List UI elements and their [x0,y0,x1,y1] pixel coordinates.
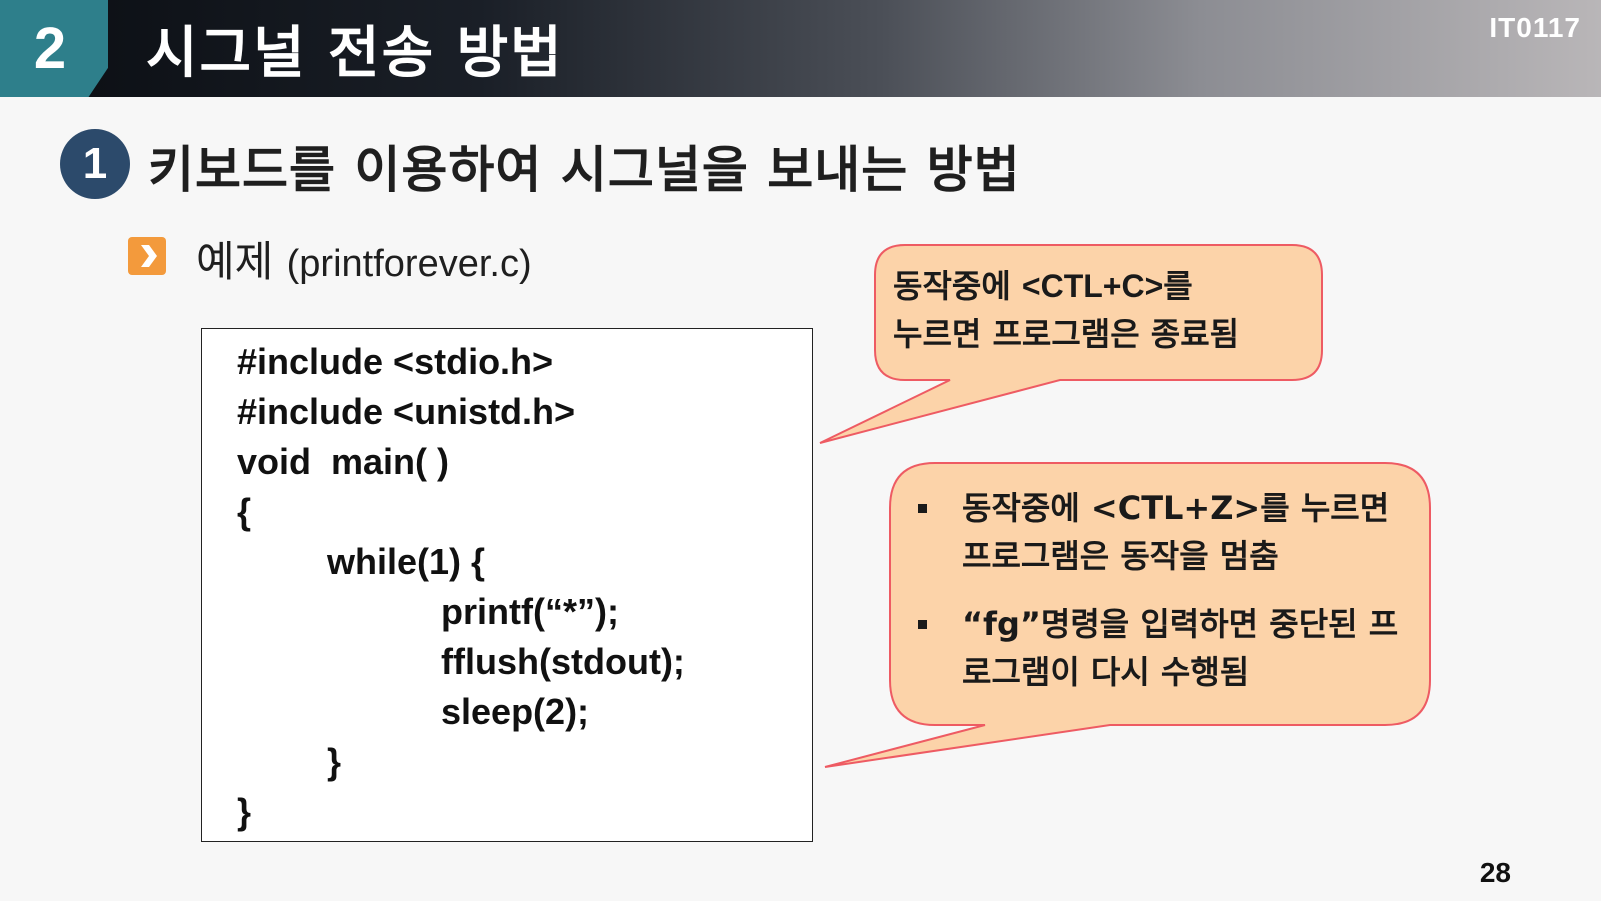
list-item: “fg”명령을 입력하면 중단된 프로그램이 다시 수행됨 [916,600,1406,696]
callout-ctl-c-text: 동작중에 <CTL+C>를 누르면 프로그램은 종료됨 [893,262,1313,358]
callout-ctl-z-item-text: 동작중에 <CTL+Z>를 누르면 프로그램은 동작을 멈춤 [962,489,1390,575]
callout-ctl-c-line1a: 동작중에 [893,267,1022,305]
callout-ctl-z-list: 동작중에 <CTL+Z>를 누르면 프로그램은 동작을 멈춤 “fg”명령을 입… [916,484,1406,716]
list-item: 동작중에 <CTL+Z>를 누르면 프로그램은 동작을 멈춤 [916,484,1406,580]
square-bullet-icon [918,620,927,629]
callout-ctl-c-key: <CTL+C> [1021,268,1164,304]
page-number: 28 [1479,857,1511,888]
callout-fg-item-text: “fg”명령을 입력하면 중단된 프로그램이 다시 수행됨 [962,605,1399,691]
callout-ctl-c-line1c: 를 [1163,267,1193,305]
callout-ctl-c-line2: 누르면 프로그램은 종료됨 [893,315,1240,353]
square-bullet-icon [918,504,927,513]
callout-shapes [819,244,1431,768]
